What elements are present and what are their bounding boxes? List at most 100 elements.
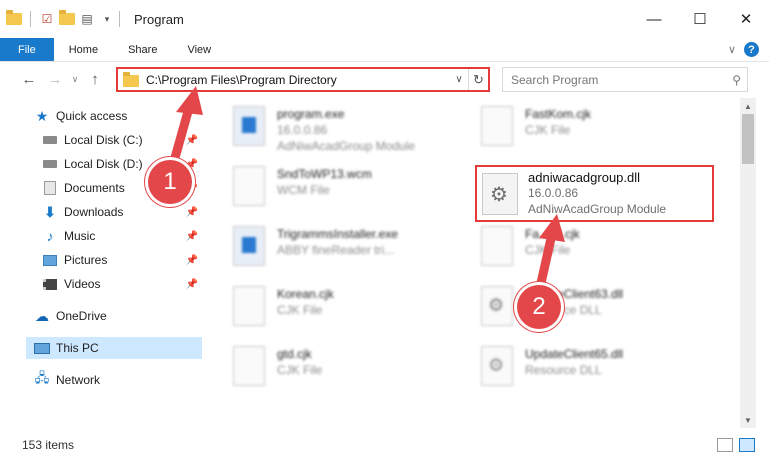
back-button[interactable]: ← — [16, 66, 42, 92]
pin-icon[interactable]: 📌 — [186, 255, 198, 266]
computer-icon — [34, 340, 50, 356]
file-type: WCM File — [277, 183, 330, 197]
scroll-up-icon[interactable]: ▲ — [740, 98, 756, 114]
maximize-button[interactable]: ☐ — [677, 0, 723, 38]
videos-icon — [42, 276, 58, 292]
divider — [30, 11, 31, 27]
star-icon: ★ — [35, 107, 49, 124]
customize-toolbar-icon[interactable]: ▾ — [99, 11, 115, 27]
gear-icon — [481, 346, 513, 386]
tiles-view-button[interactable] — [739, 438, 755, 452]
address-dropdown-icon[interactable]: ∨ — [450, 74, 468, 85]
file-item-fa-ml-cjk[interactable]: Fa...ml.cjk CJK File — [481, 226, 580, 266]
status-bar: 153 items — [0, 433, 769, 457]
file-type: CJK File — [277, 303, 323, 317]
file-icon — [481, 226, 513, 266]
tab-file[interactable]: File — [0, 38, 54, 61]
file-name: Fa...ml.cjk — [525, 227, 580, 241]
tab-view[interactable]: View — [172, 38, 226, 61]
file-type: CJK File — [277, 363, 323, 377]
file-type: ABBY fineReader tri... — [277, 243, 395, 257]
drive-icon — [42, 156, 58, 172]
sidebar-item-network[interactable]: 🖧 Network — [0, 369, 204, 391]
file-icon — [233, 286, 265, 326]
view-options-icon[interactable]: ▤ — [79, 11, 95, 27]
sidebar-item-label: Downloads — [64, 205, 124, 219]
file-item-korean[interactable]: Korean.cjk CJK File — [233, 286, 334, 326]
sidebar-item-videos[interactable]: Videos 📌 — [0, 273, 204, 295]
divider — [119, 11, 120, 27]
folder-icon — [6, 10, 22, 27]
tab-home[interactable]: Home — [54, 38, 113, 61]
vertical-scrollbar[interactable]: ▲ ▼ — [740, 98, 756, 428]
minimize-button[interactable]: — — [631, 0, 677, 38]
scroll-down-icon[interactable]: ▼ — [740, 412, 756, 428]
up-button[interactable]: ↑ — [82, 66, 108, 92]
sidebar-item-downloads[interactable]: ⬇ Downloads 📌 — [0, 201, 204, 223]
pin-icon[interactable]: 📌 — [186, 231, 198, 242]
file-name: FastKom.cjk — [525, 107, 592, 121]
recent-locations-button[interactable]: ∨ — [68, 66, 82, 92]
file-name: program.exe — [277, 107, 345, 121]
file-item-program-exe[interactable]: program.exe 16.0.0.86 AdNiwAcadGroup Mod… — [233, 106, 415, 154]
sidebar-item-label: OneDrive — [56, 309, 107, 323]
folder-icon — [123, 72, 139, 87]
file-item-fastkom[interactable]: FastKom.cjk CJK File — [481, 106, 591, 146]
downloads-icon: ⬇ — [44, 203, 56, 220]
gear-icon — [481, 286, 513, 326]
highlighted-file-item[interactable]: adniwacadgroup.dll 16.0.0.86 AdNiwAcadGr… — [475, 165, 714, 222]
file-item-sndtowp13[interactable]: SndToWP13.wcm WCM File — [233, 166, 372, 206]
file-item-gtd[interactable]: gtd.cjk CJK File — [233, 346, 322, 386]
file-name: TrigrammsInstaller.exe — [277, 227, 398, 241]
scroll-thumb[interactable] — [742, 114, 754, 164]
pin-icon[interactable]: 📌 — [186, 207, 198, 218]
file-name: Korean.cjk — [277, 287, 334, 301]
sidebar-item-pictures[interactable]: Pictures 📌 — [0, 249, 204, 271]
forward-button[interactable]: → — [42, 66, 68, 92]
sidebar-item-label: Local Disk (C:) — [64, 133, 143, 147]
properties-icon[interactable]: ☑ — [39, 11, 55, 27]
step-2-marker: 2 — [517, 285, 561, 329]
file-version: 16.0.0.86 — [277, 123, 328, 137]
details-view-button[interactable] — [717, 438, 733, 452]
file-item-trigrammsinstaller[interactable]: TrigrammsInstaller.exe ABBY fineReader t… — [233, 226, 398, 266]
pin-icon[interactable]: 📌 — [186, 135, 198, 146]
file-name: SndToWP13.wcm — [277, 167, 372, 181]
drive-icon — [42, 132, 58, 148]
file-type: CJK File — [525, 243, 571, 257]
help-icon[interactable]: ? — [744, 42, 759, 57]
sidebar-item-label: Local Disk (D:) — [64, 157, 143, 171]
sidebar-item-label: Network — [56, 373, 101, 387]
file-name: gtd.cjk — [277, 347, 312, 361]
close-button[interactable]: ✕ — [723, 0, 769, 38]
refresh-button[interactable]: ↻ — [468, 69, 488, 90]
music-icon: ♪ — [46, 228, 54, 244]
address-bar[interactable]: C:\Program Files\Program Directory ∨ ↻ — [116, 67, 490, 92]
file-icon — [233, 166, 265, 206]
highlighted-file-version: 16.0.0.86 — [528, 186, 579, 200]
sidebar-item-local-disk-c[interactable]: Local Disk (C:) 📌 — [0, 129, 204, 151]
search-placeholder: Search Program — [511, 72, 599, 87]
sidebar-item-onedrive[interactable]: ☁ OneDrive — [0, 305, 204, 327]
tab-share[interactable]: Share — [113, 38, 172, 61]
view-toggle — [717, 438, 755, 452]
highlighted-file-description: AdNiwAcadGroup Module — [528, 202, 667, 216]
step-1-marker: 1 — [148, 160, 192, 204]
expand-ribbon-icon[interactable]: ∨ — [728, 43, 736, 56]
ribbon-tabs: File Home Share View ∨ ? — [0, 38, 769, 62]
exe-icon — [233, 226, 265, 266]
address-path[interactable]: C:\Program Files\Program Directory — [146, 73, 450, 87]
pin-icon[interactable]: 📌 — [186, 279, 198, 290]
search-input[interactable]: Search Program ⚲ — [502, 67, 748, 92]
file-icon — [481, 106, 513, 146]
window-title: Program — [134, 11, 184, 27]
highlighted-file-name: adniwacadgroup.dll — [528, 170, 641, 185]
file-type: CJK File — [525, 123, 571, 137]
file-description: AdNiwAcadGroup Module — [277, 139, 416, 153]
new-folder-icon[interactable] — [59, 10, 75, 27]
sidebar-item-music[interactable]: ♪ Music 📌 — [0, 225, 204, 247]
window-controls: — ☐ ✕ — [631, 0, 769, 38]
sidebar-item-this-pc[interactable]: This PC — [26, 337, 202, 359]
file-item-updateclient65[interactable]: UpdateClient65.dll Resource DLL — [481, 346, 623, 386]
sidebar-item-quick-access[interactable]: ★ Quick access — [0, 105, 204, 127]
